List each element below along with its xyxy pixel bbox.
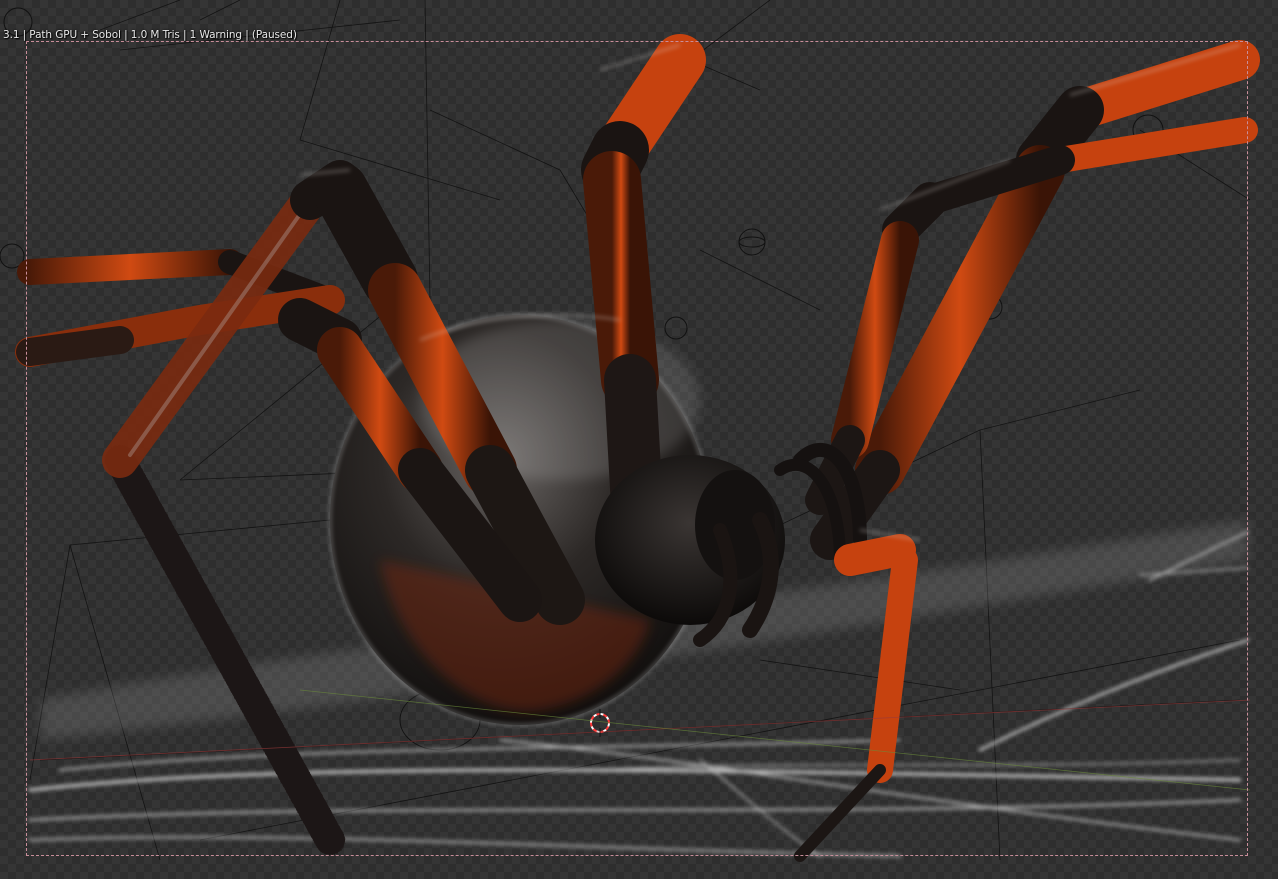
- render-scene: [0, 0, 1260, 862]
- 3d-viewport[interactable]: 3.1 | Path GPU + Sobol | 1.0 M Tris | 1 …: [0, 0, 1278, 879]
- render-status-text: 3.1 | Path GPU + Sobol | 1.0 M Tris | 1 …: [3, 29, 297, 41]
- 3d-cursor-icon: [590, 709, 610, 737]
- spider-legs-right: [774, 40, 1260, 862]
